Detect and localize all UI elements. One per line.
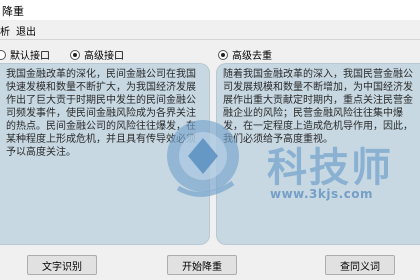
menu-item-exit[interactable]: 退出 xyxy=(16,23,36,38)
radio-label: 默认接口 xyxy=(10,51,50,62)
watermark-url: www.3kjs.com xyxy=(270,187,374,201)
radio-default-interface[interactable]: 默认接口 xyxy=(0,47,50,62)
radio-advanced-dedup[interactable]: 高级去重 xyxy=(218,47,272,62)
input-text: 我国金融改革的深化，民间金融公司在我国快速发模和数量不断扩大，为我国经济发展作出… xyxy=(6,69,196,158)
radio-button-icon[interactable] xyxy=(0,49,6,60)
radio-label: 高级接口 xyxy=(84,51,124,62)
synonym-lookup-button[interactable]: 查同义词 xyxy=(325,255,395,275)
window-title: 降重 xyxy=(2,5,24,18)
menu-bar: 析 退出 xyxy=(0,20,420,38)
radio-label: 高级去重 xyxy=(232,51,272,62)
radio-button-selected-icon[interactable] xyxy=(70,49,80,60)
start-dedup-button[interactable]: 开始降重 xyxy=(167,255,237,275)
menu-item-analyze[interactable]: 析 xyxy=(0,23,10,38)
radio-button-selected-icon[interactable] xyxy=(218,49,228,60)
title-bar: 降重 xyxy=(0,0,420,21)
radio-advanced-interface[interactable]: 高级接口 xyxy=(70,47,124,62)
input-text-area[interactable]: 我国金融改革的深化，民间金融公司在我国快速发模和数量不断扩大，为我国经济发展作出… xyxy=(0,63,210,245)
menu-divider xyxy=(0,39,420,40)
ocr-button[interactable]: 文字识别 xyxy=(27,255,97,275)
watermark-brand: 科技师 xyxy=(267,145,393,191)
